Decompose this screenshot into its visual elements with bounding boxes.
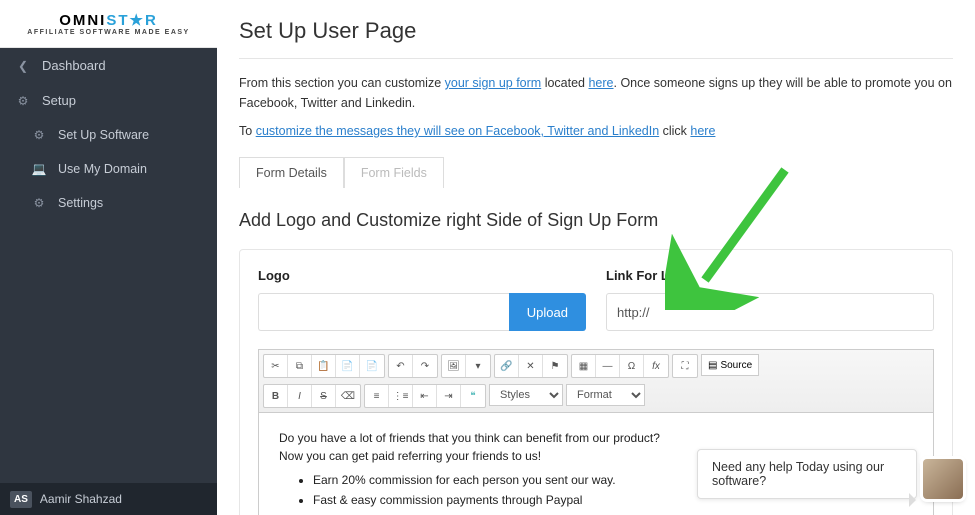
- paste-icon[interactable]: 📋: [312, 355, 336, 377]
- anchor-icon[interactable]: ⚑: [543, 355, 567, 377]
- gauge-icon: ⚙: [14, 94, 32, 108]
- nav-use-domain[interactable]: 💻 Use My Domain: [0, 152, 217, 186]
- chevron-left-icon: ❮: [14, 59, 32, 73]
- divider: [239, 58, 953, 59]
- format-select[interactable]: Format: [566, 384, 645, 406]
- fx-icon[interactable]: fx: [644, 355, 668, 377]
- hr-icon[interactable]: —: [596, 355, 620, 377]
- bold-icon[interactable]: B: [264, 385, 288, 407]
- main: Set Up User Page From this section you c…: [217, 0, 975, 515]
- cut-icon[interactable]: ✂: [264, 355, 288, 377]
- link-here-2[interactable]: here: [690, 124, 715, 138]
- link-here-1[interactable]: here: [588, 76, 613, 90]
- nav-settings[interactable]: ⚙ Settings: [0, 186, 217, 220]
- editor-bullet: Get a unique link that will give everyon…: [313, 511, 913, 515]
- ol-icon[interactable]: ≡: [365, 385, 389, 407]
- outdent-icon[interactable]: ⇤: [413, 385, 437, 407]
- gear-icon: ⚙: [30, 196, 48, 210]
- source-button[interactable]: ▤Source: [701, 354, 759, 376]
- redo-icon[interactable]: ↷: [413, 355, 437, 377]
- ul-icon[interactable]: ⋮≡: [389, 385, 413, 407]
- logo-file-input[interactable]: [258, 293, 509, 331]
- nav-setup[interactable]: ⚙ Setup: [0, 83, 217, 118]
- tab-form-details[interactable]: Form Details: [239, 157, 344, 188]
- editor-line: Do you have a lot of friends that you th…: [279, 429, 913, 447]
- indent-icon[interactable]: ⇥: [437, 385, 461, 407]
- nav-label: Settings: [58, 196, 103, 210]
- maximize-icon[interactable]: ⛶: [673, 355, 697, 377]
- copy-icon[interactable]: ⧉: [288, 355, 312, 377]
- sidebar: OMNIST★R AFFILIATE SOFTWARE MADE EASY ❮ …: [0, 0, 217, 515]
- page-title: Set Up User Page: [239, 18, 953, 44]
- intro-1: From this section you can customize your…: [239, 73, 953, 113]
- help-bubble-pointer: [909, 493, 923, 507]
- clear-format-icon[interactable]: ⌫: [336, 385, 360, 407]
- nav-dashboard[interactable]: ❮ Dashboard: [0, 48, 217, 83]
- logo-link-input[interactable]: [606, 293, 934, 331]
- nav-setup-software[interactable]: ⚙ Set Up Software: [0, 118, 217, 152]
- nav-dashboard-label: Dashboard: [42, 58, 106, 73]
- help-text: Need any help Today using our software?: [712, 460, 884, 488]
- nav-label: Set Up Software: [58, 128, 149, 142]
- label-logo: Logo: [258, 268, 586, 283]
- logo-tagline: AFFILIATE SOFTWARE MADE EASY: [27, 29, 189, 36]
- link-signup-form[interactable]: your sign up form: [445, 76, 542, 90]
- intro-2: To customize the messages they will see …: [239, 121, 953, 141]
- help-bubble[interactable]: Need any help Today using our software?: [697, 449, 917, 499]
- paste-text-icon[interactable]: 📄: [336, 355, 360, 377]
- user-badge[interactable]: AS Aamir Shahzad: [0, 483, 217, 515]
- monitor-icon: 💻: [30, 162, 48, 176]
- logo: OMNIST★R AFFILIATE SOFTWARE MADE EASY: [0, 0, 217, 48]
- color-icon[interactable]: ▾: [466, 355, 490, 377]
- section-title: Add Logo and Customize right Side of Sig…: [239, 210, 953, 231]
- nav-setup-label: Setup: [42, 93, 76, 108]
- styles-select[interactable]: Styles: [489, 384, 563, 406]
- nav-label: Use My Domain: [58, 162, 147, 176]
- link-icon[interactable]: 🔗: [495, 355, 519, 377]
- upload-button[interactable]: Upload: [509, 293, 586, 331]
- cogs-icon: ⚙: [30, 128, 48, 142]
- help-avatar[interactable]: [923, 459, 963, 499]
- source-icon: ▤: [708, 360, 717, 371]
- tabs: Form DetailsForm Fields: [239, 157, 953, 188]
- logo-text: OMNIST★R: [59, 11, 158, 29]
- link-customize-messages[interactable]: customize the messages they will see on …: [256, 124, 659, 138]
- omega-icon[interactable]: Ω: [620, 355, 644, 377]
- quote-icon[interactable]: ❝: [461, 385, 485, 407]
- label-link: Link For Logo: [606, 268, 934, 283]
- user-name: Aamir Shahzad: [40, 492, 122, 506]
- paste-word-icon[interactable]: 📄: [360, 355, 384, 377]
- table-icon[interactable]: ▦: [572, 355, 596, 377]
- undo-icon[interactable]: ↶: [389, 355, 413, 377]
- unlink-icon[interactable]: ✕: [519, 355, 543, 377]
- image-icon[interactable]: 🖼: [442, 355, 466, 377]
- strike-icon[interactable]: S: [312, 385, 336, 407]
- user-initials: AS: [10, 491, 32, 508]
- editor-toolbar: ✂⧉📋📄📄 ↶↷ 🖼▾ 🔗✕⚑ ▦—Ωfx ⛶ ▤Source BIS⌫ ≡⋮≡…: [259, 350, 933, 413]
- italic-icon[interactable]: I: [288, 385, 312, 407]
- tab-form-fields[interactable]: Form Fields: [344, 157, 444, 188]
